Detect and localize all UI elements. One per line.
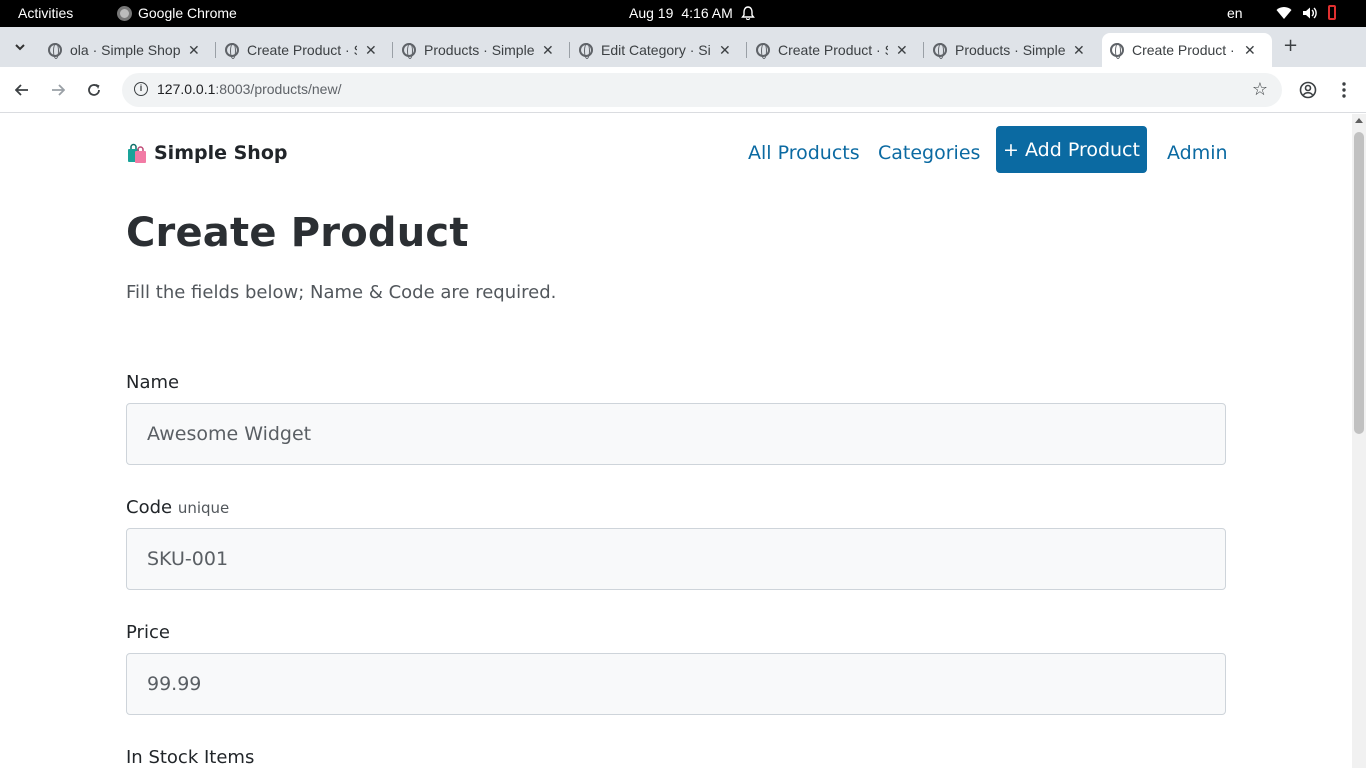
tab-active[interactable]: Create Product · Simple Shop ✕ (1102, 33, 1272, 67)
bookmark-star-icon[interactable]: ☆ (1252, 79, 1268, 100)
name-label: Name (126, 372, 179, 393)
reload-icon (88, 84, 100, 96)
tab-strip: ola · Simple Shop ✕ Create Product · Sim… (0, 27, 1366, 67)
globe-icon (933, 43, 947, 59)
url-text[interactable]: 127.0.0.1:8003/products/new/ (157, 81, 341, 97)
tab[interactable]: ola · Simple Shop ✕ (48, 33, 200, 67)
chevron-down-icon (15, 43, 25, 50)
globe-icon (48, 43, 62, 59)
globe-icon (225, 43, 239, 59)
tab-title: Products · Simple Shop (424, 42, 534, 58)
tab-title: Create Product · Simple Shop (778, 42, 888, 58)
date-label: Aug 19 (629, 5, 674, 21)
tab-title: Edit Category · Simple Shop (601, 42, 711, 58)
brand-name: Simple Shop (154, 142, 288, 164)
system-menu[interactable] (1276, 5, 1336, 20)
code-input[interactable] (126, 528, 1226, 590)
shopping-bags-icon (128, 143, 146, 163)
app-name: Google Chrome (138, 5, 237, 21)
close-icon[interactable]: ✕ (1244, 42, 1256, 59)
price-label-text: Price (126, 622, 170, 643)
tab-separator (392, 42, 393, 58)
language-indicator[interactable]: en (1227, 5, 1243, 21)
close-icon[interactable]: ✕ (1073, 42, 1085, 59)
alarm-icon (740, 6, 755, 20)
page-subtitle: Fill the fields below; Name & Code are r… (126, 282, 557, 303)
battery-icon (1328, 5, 1336, 20)
os-topbar: Activities Google Chrome Aug 19 4:16 AM … (0, 0, 1366, 27)
brand-link[interactable]: Simple Shop (126, 142, 287, 164)
stock-label-text: In Stock Items (126, 747, 255, 768)
globe-icon (756, 43, 770, 59)
close-icon[interactable]: ✕ (896, 42, 908, 59)
globe-icon (579, 43, 593, 59)
name-input[interactable] (126, 403, 1226, 465)
page-title: Create Product (126, 210, 469, 256)
time-label: 4:16 AM (681, 5, 733, 21)
tab[interactable]: Create Product · Simple Shop ✕ (756, 33, 908, 67)
code-label: Code unique (126, 497, 229, 518)
price-input[interactable] (126, 653, 1226, 715)
tab-title: Create Product · Simple Shop (1132, 42, 1236, 58)
page-scrollbar[interactable] (1352, 114, 1366, 768)
close-icon[interactable]: ✕ (719, 42, 731, 59)
site-info-icon[interactable]: i (134, 82, 148, 96)
page-viewport: Simple Shop All Products Categories + Ad… (0, 114, 1352, 768)
more-vert-icon (1342, 82, 1346, 98)
tab-separator (746, 42, 747, 58)
browser-toolbar: i 127.0.0.1:8003/products/new/ ☆ (0, 67, 1366, 113)
menu-button[interactable] (1332, 78, 1356, 102)
profile-button[interactable] (1296, 78, 1320, 102)
name-label-text: Name (126, 372, 180, 393)
volume-icon (1303, 7, 1317, 18)
globe-icon (1110, 43, 1124, 59)
tab-separator (569, 42, 570, 58)
wifi-icon (1276, 6, 1292, 19)
arrow-right-icon (52, 84, 65, 96)
url-path: :8003/products/new/ (215, 81, 342, 97)
tab-separator (923, 42, 924, 58)
stock-label: In Stock Items (126, 747, 254, 768)
close-icon[interactable]: ✕ (365, 42, 377, 59)
app-menu[interactable]: Google Chrome (117, 5, 237, 21)
tab-search-button[interactable] (8, 35, 32, 59)
activities-button[interactable]: Activities (18, 5, 73, 21)
scroll-up-arrow-icon[interactable] (1355, 118, 1363, 123)
address-bar[interactable]: i 127.0.0.1:8003/products/new/ ☆ (122, 73, 1282, 107)
chrome-icon (117, 5, 132, 21)
clock[interactable]: Aug 19 4:16 AM (629, 5, 755, 21)
close-icon[interactable]: ✕ (542, 42, 554, 59)
code-label-text: Code (126, 497, 173, 518)
tab[interactable]: Products · Simple Shop ✕ (933, 33, 1085, 67)
reload-button[interactable] (82, 78, 106, 102)
close-icon[interactable]: ✕ (188, 42, 200, 59)
forward-button[interactable] (46, 78, 70, 102)
tab-title: Create Product · Simple Shop (247, 42, 357, 58)
tab[interactable]: Products · Simple Shop ✕ (402, 33, 554, 67)
tab-title: Products · Simple Shop (955, 42, 1065, 58)
nav-categories[interactable]: Categories (878, 142, 980, 164)
nav-admin[interactable]: Admin (1167, 142, 1228, 164)
profile-icon (1299, 81, 1317, 99)
tab[interactable]: Edit Category · Simple Shop ✕ (579, 33, 731, 67)
code-hint: unique (177, 499, 230, 517)
tab-title: ola · Simple Shop (70, 42, 180, 58)
url-host: 127.0.0.1 (157, 81, 216, 97)
arrow-left-icon (15, 84, 28, 96)
globe-icon (402, 43, 416, 59)
price-label: Price (126, 622, 170, 643)
nav-all-products[interactable]: All Products (748, 142, 860, 164)
tab-separator (215, 42, 216, 58)
scrollbar-thumb[interactable] (1354, 132, 1364, 434)
add-product-button[interactable]: + Add Product (996, 126, 1147, 173)
back-button[interactable] (10, 78, 34, 102)
tab[interactable]: Create Product · Simple Shop ✕ (225, 33, 377, 67)
new-tab-button[interactable]: + (1283, 35, 1298, 56)
